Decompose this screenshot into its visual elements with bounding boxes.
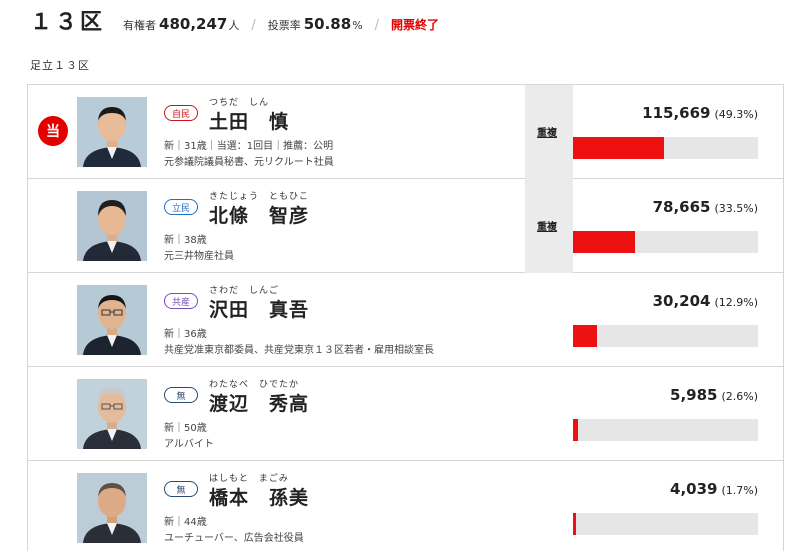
elected-badge: 当: [38, 116, 68, 146]
candidate-meta: 新｜44歳: [164, 517, 207, 528]
candidate-results-table: 当 自民 つちだ しん 土田 慎 新｜31歳｜当選：1回目｜推薦：公明 元参議院…: [27, 84, 784, 551]
candidate-row[interactable]: 当 自民 つちだ しん 土田 慎 新｜31歳｜当選：1回目｜推薦：公明 元参議院…: [28, 85, 783, 179]
vote-count-line: 5,985 (2.6%): [588, 385, 758, 404]
vote-count: 4,039: [670, 480, 718, 498]
duplicate-cell: 重複: [525, 179, 573, 273]
candidate-photo: [77, 191, 147, 261]
vote-percentage: (2.6%): [721, 390, 758, 403]
header-separator: /: [374, 18, 380, 33]
duplicate-cell: 重複: [525, 85, 573, 179]
candidate-name[interactable]: 沢田 真吾: [209, 295, 309, 322]
candidate-name[interactable]: 土田 慎: [209, 107, 289, 134]
candidate-career: ユーチューバー、広告会社役員: [164, 533, 304, 544]
vote-share-bar-fill: [573, 325, 597, 347]
turnout-label: 投票率: [267, 19, 301, 32]
party-badge: 無: [164, 387, 198, 403]
candidate-career: 共産党准東京都委員、共産党東京１３区若者・雇用相談室長: [164, 345, 434, 356]
region-label: 足立１３区: [30, 59, 90, 72]
candidate-portrait-icon: [77, 285, 147, 355]
candidate-meta: 新｜31歳｜当選：1回目｜推薦：公明: [164, 141, 334, 152]
vote-share-bar: [573, 419, 758, 441]
candidate-name[interactable]: 橋本 孫美: [209, 483, 309, 510]
candidate-photo: [77, 285, 147, 355]
turnout-unit: %: [352, 19, 363, 32]
candidate-portrait-icon: [77, 379, 147, 449]
duplicate-candidacy-link[interactable]: 重複: [537, 218, 557, 233]
candidate-name[interactable]: 北條 智彦: [209, 201, 309, 228]
candidate-career: アルバイト: [164, 439, 214, 450]
candidate-portrait-icon: [77, 473, 147, 543]
candidate-row[interactable]: 無 わたなべ ひでたか 渡辺 秀高 新｜50歳 アルバイト 5,985 (2.6%…: [28, 367, 783, 461]
district-title: １３区: [30, 10, 106, 35]
candidate-portrait-icon: [77, 191, 147, 261]
candidate-meta: 新｜50歳: [164, 423, 207, 434]
vote-count-line: 30,204 (12.9%): [588, 291, 758, 310]
vote-count-line: 115,669 (49.3%): [588, 103, 758, 122]
voters-label: 有権者: [123, 19, 157, 32]
vote-count: 78,665: [652, 198, 711, 216]
count-status: 開票終了: [391, 18, 440, 32]
header-separator: /: [251, 18, 256, 33]
vote-share-bar-fill: [573, 513, 577, 535]
vote-count: 115,669: [642, 104, 711, 122]
vote-share-bar: [573, 325, 758, 347]
candidate-photo: [77, 97, 147, 167]
candidate-row[interactable]: 共産 さわだ しんご 沢田 真吾 新｜36歳 共産党准東京都委員、共産党東京１３…: [28, 273, 783, 367]
candidate-career: 元参議院議員秘書、元リクルート社員: [164, 157, 334, 168]
vote-share-bar: [573, 137, 758, 159]
candidate-row[interactable]: 立民 きたじょう ともひこ 北條 智彦 新｜38歳 元三井物産社員 重複 78,…: [28, 179, 783, 273]
duplicate-candidacy-link[interactable]: 重複: [537, 124, 557, 139]
party-badge: 自民: [164, 105, 198, 121]
vote-share-bar: [573, 513, 758, 535]
candidate-row[interactable]: 無 はしもと まごみ 橋本 孫美 新｜44歳 ユーチューバー、広告会社役員 4,…: [28, 461, 783, 551]
candidate-career: 元三井物産社員: [164, 251, 234, 262]
vote-share-bar-fill: [573, 137, 665, 159]
vote-share-bar: [573, 231, 758, 253]
candidate-photo: [77, 379, 147, 449]
vote-count-line: 4,039 (1.7%): [588, 479, 758, 498]
candidate-name[interactable]: 渡辺 秀高: [209, 389, 309, 416]
vote-percentage: (33.5%): [714, 202, 758, 215]
candidate-portrait-icon: [77, 97, 147, 167]
vote-share-bar-fill: [573, 231, 635, 253]
party-badge: 無: [164, 481, 198, 497]
vote-percentage: (49.3%): [714, 108, 758, 121]
vote-count: 30,204: [652, 292, 711, 310]
vote-share-bar-fill: [573, 419, 578, 441]
turnout-value: 50.88: [303, 15, 352, 33]
vote-count: 5,985: [670, 386, 718, 404]
party-badge: 共産: [164, 293, 198, 309]
results-header: １３区 有権者 480,247 人 / 投票率 50.88 % / 開票終了: [30, 4, 440, 35]
vote-percentage: (12.9%): [714, 296, 758, 309]
voters-unit: 人: [228, 19, 240, 32]
vote-percentage: (1.7%): [721, 484, 758, 497]
vote-count-line: 78,665 (33.5%): [588, 197, 758, 216]
party-badge: 立民: [164, 199, 198, 215]
candidate-photo: [77, 473, 147, 543]
candidate-meta: 新｜36歳: [164, 329, 207, 340]
voters-value: 480,247: [159, 15, 228, 33]
candidate-meta: 新｜38歳: [164, 235, 207, 246]
